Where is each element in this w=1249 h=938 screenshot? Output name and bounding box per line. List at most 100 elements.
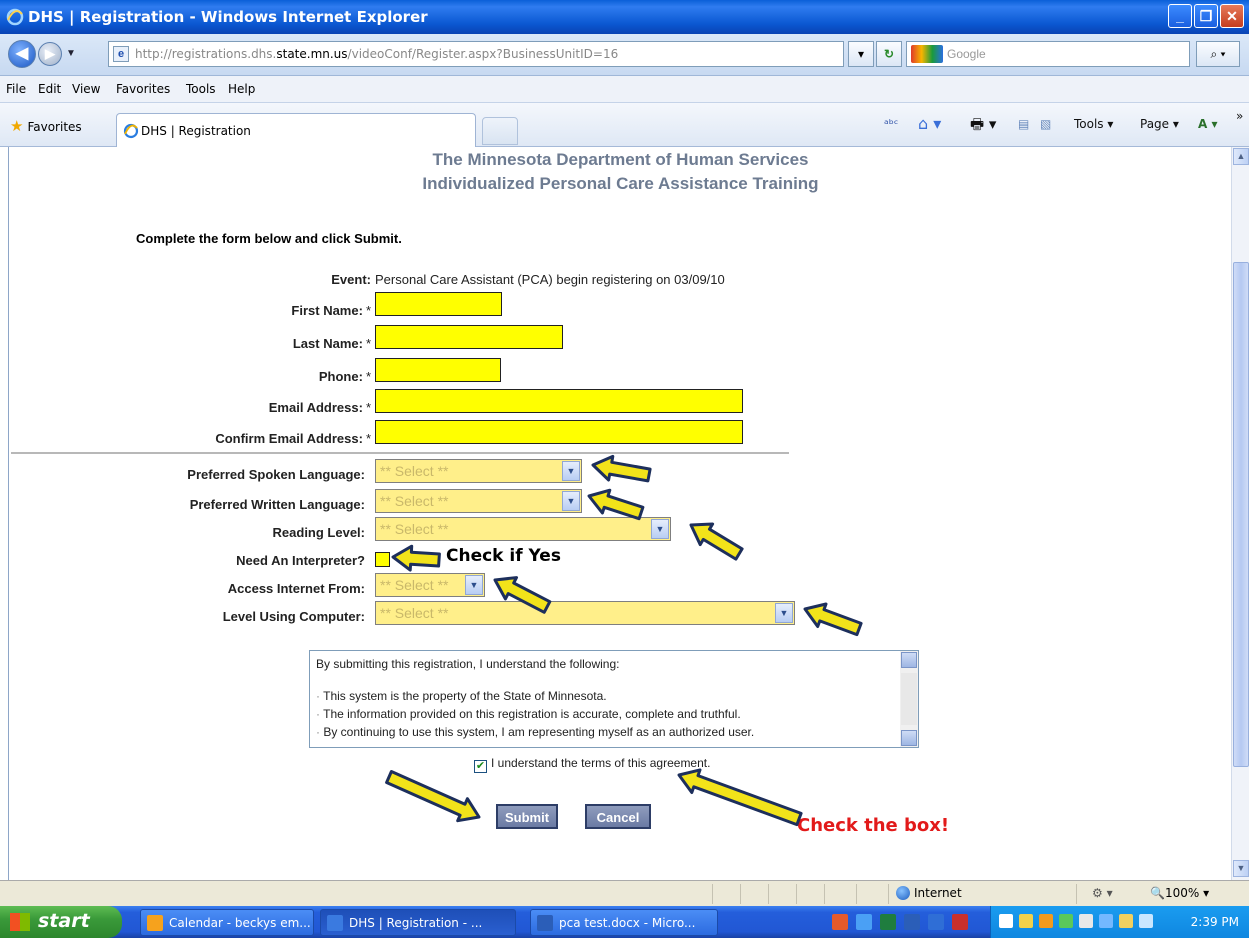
menu-tools[interactable]: Tools — [186, 82, 216, 96]
reading-level-select[interactable]: ** Select ** ▼ — [375, 517, 671, 541]
chevron-down-icon[interactable]: ▼ — [465, 575, 483, 595]
search-input[interactable]: Google — [906, 41, 1190, 67]
tab-label: DHS | Registration — [141, 124, 251, 138]
scroll-up-icon[interactable] — [901, 652, 917, 668]
chevron-down-icon[interactable]: ▼ — [775, 603, 793, 623]
written-language-select[interactable]: ** Select ** ▼ — [375, 489, 582, 513]
network-icon[interactable] — [1099, 914, 1113, 928]
tray-icon[interactable] — [1119, 914, 1133, 928]
tab-dhs-registration[interactable]: DHS | Registration — [116, 113, 476, 147]
refresh-icon[interactable]: ↻ — [876, 41, 902, 67]
menu-file[interactable]: File — [6, 82, 26, 96]
first-name-input[interactable] — [375, 292, 502, 316]
intro-text: Complete the form below and click Submit… — [136, 231, 402, 246]
select-value: ** Select ** — [380, 493, 449, 509]
scroll-up-icon[interactable]: ▲ — [1233, 148, 1249, 165]
favorites-button[interactable]: ★ Favorites — [10, 117, 82, 135]
interpreter-label: Need An Interpreter? — [236, 553, 365, 568]
translate-icon[interactable]: A ▾ — [1198, 117, 1218, 131]
terms-textarea[interactable]: By submitting this registration, I under… — [309, 650, 919, 748]
volume-icon[interactable] — [1079, 914, 1093, 928]
page-setup-icon[interactable]: ▤ — [1018, 117, 1029, 131]
menu-bar: File Edit View Favorites Tools Help — [0, 76, 1249, 103]
page-icon: e — [113, 46, 129, 62]
tray-icon[interactable] — [1019, 914, 1033, 928]
tray-icon[interactable] — [1139, 914, 1153, 928]
quicklaunch-excel-icon[interactable] — [880, 914, 896, 930]
minimize-button[interactable]: _ — [1168, 4, 1192, 28]
tray-icon[interactable] — [1059, 914, 1073, 928]
chevron-down-icon[interactable]: ▼ — [562, 461, 580, 481]
quicklaunch-ie-icon[interactable] — [856, 914, 872, 930]
address-input[interactable]: e http://registrations.dhs.state.mn.us/v… — [108, 41, 844, 67]
quicklaunch-icon[interactable] — [832, 914, 848, 930]
interpreter-checkbox[interactable] — [375, 552, 390, 567]
scroll-thumb[interactable] — [901, 673, 917, 725]
computer-level-select[interactable]: ** Select ** ▼ — [375, 601, 795, 625]
search-button[interactable]: ⌕ ▾ — [1196, 41, 1240, 67]
phone-input[interactable] — [375, 358, 501, 382]
document-icon[interactable]: ▧ — [1040, 117, 1051, 131]
confirm-email-input[interactable] — [375, 420, 743, 444]
print-icon[interactable]: 🖶 ▾ — [970, 114, 996, 139]
start-button[interactable]: start — [0, 906, 122, 938]
arrow-submit — [385, 770, 481, 823]
submit-button[interactable]: Submit — [496, 804, 558, 829]
more-chevron-icon[interactable]: » — [1236, 109, 1243, 123]
tray-icon[interactable] — [1039, 914, 1053, 928]
first-name-label: First Name: * — [291, 303, 371, 318]
favorites-bar: ★ Favorites DHS | Registration ᵃᵇᶜ ⌂ ▾ 🖶 … — [0, 103, 1249, 147]
menu-view[interactable]: View — [72, 82, 100, 96]
search-icon: ⌕ ▾ — [1210, 47, 1226, 61]
taskbar-item-word[interactable]: pca test.docx - Micro... — [530, 909, 718, 936]
search-placeholder: Google — [947, 47, 986, 61]
page-scrollbar[interactable]: ▲ ▼ — [1231, 147, 1249, 880]
tools-menu[interactable]: Tools ▾ — [1074, 117, 1113, 131]
taskbar-item-dhs[interactable]: DHS | Registration - ... — [320, 909, 516, 936]
arrow-interpreter — [391, 544, 441, 572]
terms-item: · By continuing to use this system, I am… — [316, 725, 755, 739]
window-title: DHS | Registration - Windows Internet Ex… — [28, 8, 428, 26]
home-icon[interactable]: ⌂ ▾ — [918, 114, 941, 133]
spoken-language-select[interactable]: ** Select ** ▼ — [375, 459, 582, 483]
zoom-control[interactable]: 🔍100% ▾ — [1150, 886, 1209, 900]
maximize-button[interactable]: ❐ — [1194, 4, 1218, 28]
page-menu[interactable]: Page ▾ — [1140, 117, 1179, 131]
new-tab-button[interactable] — [482, 117, 518, 145]
title-bar: DHS | Registration - Windows Internet Ex… — [0, 0, 1249, 34]
arrow-written-language — [587, 488, 645, 521]
back-button[interactable]: ◀ — [8, 40, 36, 68]
security-zone: Internet — [896, 886, 962, 900]
scroll-down-icon[interactable]: ▼ — [1233, 860, 1249, 877]
protected-mode-icon[interactable]: ⚙ ▾ — [1092, 886, 1113, 900]
outlook-icon — [147, 915, 163, 931]
agree-checkbox[interactable]: ✔ — [474, 760, 487, 773]
menu-help[interactable]: Help — [228, 82, 255, 96]
menu-edit[interactable]: Edit — [38, 82, 61, 96]
cancel-button[interactable]: Cancel — [585, 804, 651, 829]
access-internet-select[interactable]: ** Select ** ▼ — [375, 573, 485, 597]
forward-button[interactable]: ▶ — [38, 42, 62, 66]
scroll-down-icon[interactable] — [901, 730, 917, 746]
written-language-label: Preferred Written Language: — [189, 497, 365, 512]
chevron-down-icon[interactable]: ▼ — [562, 491, 580, 511]
quicklaunch-word-icon[interactable] — [904, 914, 920, 930]
arrow-spoken-language — [591, 454, 652, 483]
address-dropdown-button[interactable]: ▾ — [848, 41, 874, 67]
clock: 2:39 PM — [1190, 915, 1239, 929]
scroll-thumb[interactable] — [1233, 262, 1249, 767]
history-dropdown-icon[interactable]: ▼ — [66, 48, 76, 59]
taskbar-item-calendar[interactable]: Calendar - beckys em... — [140, 909, 314, 936]
reading-level-label: Reading Level: — [272, 525, 365, 540]
email-input[interactable] — [375, 389, 743, 413]
terms-scrollbar[interactable] — [900, 651, 918, 747]
close-button[interactable]: ✕ — [1220, 4, 1244, 28]
menu-favorites[interactable]: Favorites — [116, 82, 170, 96]
last-name-input[interactable] — [375, 325, 563, 349]
check-the-box-annotation: Check the box! — [797, 815, 950, 836]
quicklaunch-mail-icon[interactable] — [952, 914, 968, 930]
chevron-down-icon[interactable]: ▼ — [651, 519, 669, 539]
tray-expand-icon[interactable] — [999, 914, 1013, 928]
quicklaunch-calendar-icon[interactable] — [928, 914, 944, 930]
spellcheck-icon[interactable]: ᵃᵇᶜ — [884, 117, 898, 131]
